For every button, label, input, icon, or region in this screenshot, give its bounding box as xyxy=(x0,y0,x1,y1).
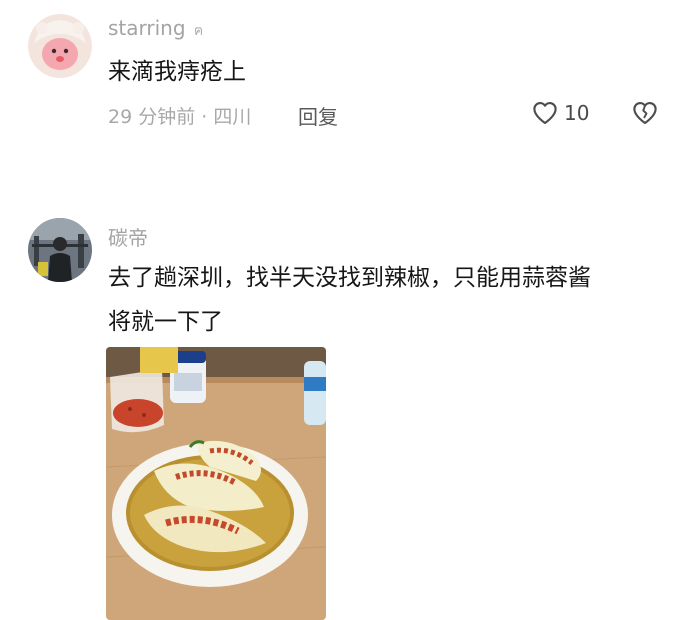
avatar[interactable] xyxy=(28,218,92,282)
comment-text: 去了趟深圳，找半天没找到辣椒，只能用蒜蓉酱 将就一下了 xyxy=(108,256,591,344)
timestamp-location: 29 分钟前 · 四川 xyxy=(108,106,252,128)
comment-text: 来滴我痔疮上 xyxy=(108,59,246,85)
username[interactable]: 碳帝 xyxy=(108,222,148,251)
food-photo[interactable] xyxy=(106,347,326,620)
avatar[interactable] xyxy=(28,14,92,78)
comment-item: starring ฅ 来滴我痔疮上 29 分钟前 · 四川 回复 10 xyxy=(0,0,690,180)
reply-button[interactable]: 回复 xyxy=(298,101,338,130)
heart-icon xyxy=(533,101,557,125)
like-count: 10 xyxy=(564,101,590,125)
comment-text-line: 去了趟深圳，找半天没找到辣椒，只能用蒜蓉酱 xyxy=(108,265,591,291)
dislike-button[interactable] xyxy=(630,98,660,132)
comment-text-line: 将就一下了 xyxy=(108,309,223,335)
like-button[interactable]: 10 xyxy=(530,98,589,128)
broken-heart-icon xyxy=(633,101,657,125)
author-badge-icon: ฅ xyxy=(193,23,204,39)
username[interactable]: starring ฅ xyxy=(108,16,203,42)
comment-item: 碳帝 去了趟深圳，找半天没找到辣椒，只能用蒜蓉酱 将就一下了 xyxy=(0,200,690,620)
